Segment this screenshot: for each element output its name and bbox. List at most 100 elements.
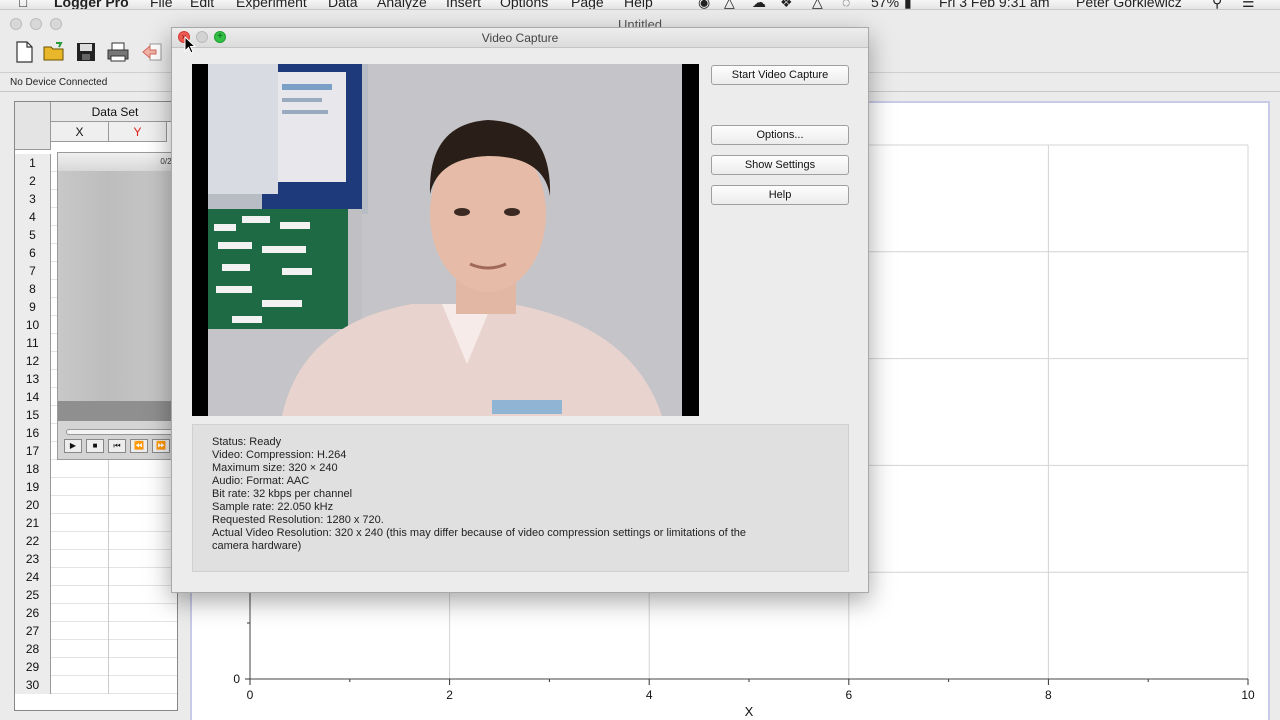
row-number: 23 (15, 550, 51, 568)
y-tick-label-zero: 0 (233, 672, 240, 686)
data-table: Data Set X Y 1 2 3 4 5 6 7 8 9 10 11 12 13 14 15 16 17 18… (14, 101, 178, 711)
table-cell-x[interactable] (51, 586, 109, 604)
menu-data[interactable]: Data (328, 0, 358, 9)
row-number: 14 (15, 388, 51, 406)
table-cell-x[interactable] (51, 658, 109, 676)
row-number: 8 (15, 280, 51, 298)
fast-forward-icon[interactable]: ⏩ (152, 439, 170, 453)
table-row[interactable]: 28 (15, 640, 177, 658)
step-back-icon[interactable]: ⏮ (108, 439, 126, 453)
row-number: 9 (15, 298, 51, 316)
wifi-icon[interactable]: ◌ (842, 0, 850, 9)
video-preview (192, 64, 699, 416)
apple-menu-icon[interactable]:  (18, 0, 29, 9)
row-number: 25 (15, 586, 51, 604)
movie-panel[interactable]: 0/20 ▶ ■ ⏮ ⏪ ⏩ (57, 152, 177, 460)
open-folder-icon[interactable] (42, 40, 66, 64)
table-row[interactable]: 25 (15, 586, 177, 604)
options-button[interactable]: Options... (711, 125, 849, 145)
cloud-icon[interactable]: ☁ (752, 0, 766, 9)
dialog-title: Video Capture (481, 31, 559, 45)
table-cell-x[interactable] (51, 478, 109, 496)
table-cell-x[interactable] (51, 550, 109, 568)
row-number: 22 (15, 532, 51, 550)
table-row[interactable]: 23 (15, 550, 177, 568)
table-cell-x[interactable] (51, 622, 109, 640)
table-row[interactable]: 29 (15, 658, 177, 676)
table-row[interactable]: 20 (15, 496, 177, 514)
x-axis-label: X (745, 704, 754, 719)
table-cell-x[interactable] (51, 496, 109, 514)
capture-info-panel: Status: Ready Video: Compression: H.264 … (192, 424, 849, 572)
menu-app-name[interactable]: Logger Pro (54, 0, 129, 9)
table-row[interactable]: 21 (15, 514, 177, 532)
table-row[interactable]: 18 (15, 460, 177, 478)
row-number: 5 (15, 226, 51, 244)
menu-analyze[interactable]: Analyze (377, 0, 427, 9)
play-icon[interactable]: ▶ (64, 439, 82, 453)
menu-edit[interactable]: Edit (190, 0, 214, 9)
video-capture-dialog: × + Video Capture Start Video Capture Op… (171, 27, 869, 593)
info-audio-format: Audio: Format: AAC (212, 475, 310, 487)
menu-insert[interactable]: Insert (446, 0, 481, 9)
table-cell-x[interactable] (51, 514, 109, 532)
user-name[interactable]: Peter Gorkiewicz (1076, 0, 1182, 9)
save-icon[interactable] (74, 40, 98, 64)
menu-help[interactable]: Help (624, 0, 653, 9)
mouse-cursor-icon (184, 36, 196, 54)
battery-icon[interactable]: ▮ (904, 0, 912, 9)
table-cell-x[interactable] (51, 604, 109, 622)
table-cell-x[interactable] (51, 676, 109, 694)
row-number: 3 (15, 190, 51, 208)
row-number: 1 (15, 154, 51, 172)
menu-options[interactable]: Options (500, 0, 548, 9)
table-row[interactable]: 30 (15, 676, 177, 694)
column-header-y[interactable]: Y (109, 122, 167, 142)
row-number: 16 (15, 424, 51, 442)
x-tick-label: 0 (247, 688, 254, 702)
table-cell-x[interactable] (51, 532, 109, 550)
table-cell-x[interactable] (51, 568, 109, 586)
start-video-capture-button[interactable]: Start Video Capture (711, 65, 849, 85)
stop-icon[interactable]: ■ (86, 439, 104, 453)
column-header-x[interactable]: X (51, 122, 109, 142)
help-button[interactable]: Help (711, 185, 849, 205)
menu-page[interactable]: Page (571, 0, 604, 9)
rewind-icon[interactable]: ⏪ (130, 439, 148, 453)
table-row[interactable]: 22 (15, 532, 177, 550)
menu-file[interactable]: File (150, 0, 173, 9)
capture-info-lines: Status: Ready Video: Compression: H.264 … (212, 436, 832, 553)
table-cell-x[interactable] (51, 460, 109, 478)
drive-icon[interactable]: △ (724, 0, 735, 9)
new-file-icon[interactable] (12, 40, 36, 64)
notification-center-icon[interactable]: ☰ (1242, 0, 1255, 9)
battery-percent[interactable]: 57% (871, 0, 899, 9)
row-number: 4 (15, 208, 51, 226)
row-number: 20 (15, 496, 51, 514)
movie-slider[interactable] (66, 429, 176, 435)
table-cell-x[interactable] (51, 640, 109, 658)
x-tick-label: 10 (1241, 688, 1255, 702)
table-row[interactable]: 26 (15, 604, 177, 622)
record-icon[interactable]: ◉ (698, 0, 710, 9)
row-number: 27 (15, 622, 51, 640)
back-arrow-icon[interactable] (140, 40, 164, 64)
table-row[interactable]: 19 (15, 478, 177, 496)
info-requested-resolution: Requested Resolution: 1280 x 720. (212, 514, 384, 526)
clock[interactable]: Fri 3 Feb 9:31 am (939, 0, 1050, 9)
dropbox-icon[interactable]: ❖ (780, 0, 793, 9)
dataset-title[interactable]: Data Set (51, 102, 177, 122)
show-settings-button[interactable]: Show Settings (711, 155, 849, 175)
table-row[interactable]: 27 (15, 622, 177, 640)
row-number: 2 (15, 172, 51, 190)
row-number: 30 (15, 676, 51, 694)
print-icon[interactable] (106, 40, 130, 64)
row-number: 17 (15, 442, 51, 460)
spotlight-search-icon[interactable]: ⚲ (1212, 0, 1222, 9)
table-row[interactable]: 24 (15, 568, 177, 586)
airplay-icon[interactable]: △ (812, 0, 823, 9)
menu-experiment[interactable]: Experiment (236, 0, 307, 9)
x-tick-label: 4 (646, 688, 653, 702)
device-status: No Device Connected (10, 77, 108, 88)
camera-feed-image (192, 64, 699, 416)
